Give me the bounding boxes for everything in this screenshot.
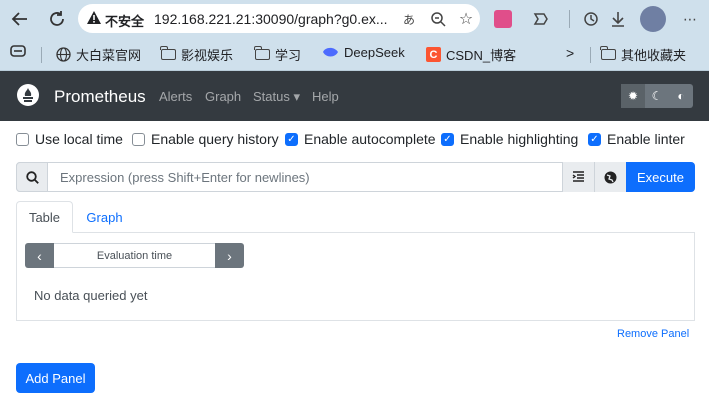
contrast-icon[interactable]: ◐	[669, 84, 693, 108]
caret-down-icon: ▾	[293, 89, 301, 104]
warning-icon[interactable]	[87, 11, 101, 29]
bookmark-item[interactable]: 大白菜官网	[56, 45, 141, 64]
sun-icon[interactable]: ✹	[621, 84, 645, 108]
remove-panel-link[interactable]: Remove Panel	[617, 328, 689, 340]
checkbox-checked[interactable]	[588, 132, 601, 146]
extension-icon[interactable]	[492, 8, 514, 30]
option-enable-linter[interactable]: Enable linter	[588, 131, 685, 147]
add-panel-button[interactable]: Add Panel	[16, 363, 95, 393]
deepseek-whale-icon	[323, 47, 338, 57]
option-enable-highlighting[interactable]: Enable highlighting	[441, 131, 578, 147]
metrics-explorer-globe-icon[interactable]	[594, 162, 626, 192]
chevron-right-icon[interactable]: ›	[215, 243, 244, 268]
moon-icon[interactable]: ☾	[645, 84, 669, 108]
bookmark-item[interactable]: 影视娱乐	[160, 45, 233, 64]
empty-state-message: No data queried yet	[34, 288, 148, 303]
back-icon[interactable]	[7, 7, 33, 31]
translate-icon[interactable]: あ	[398, 8, 420, 30]
prometheus-logo-icon[interactable]	[17, 84, 39, 106]
evaluation-time-control: ‹ Evaluation time ›	[25, 243, 244, 268]
favorite-star-icon[interactable]: ☆	[455, 8, 477, 30]
reload-icon[interactable]	[44, 7, 70, 31]
expression-input[interactable]	[50, 163, 560, 191]
bookmarks-toggle-icon[interactable]	[10, 45, 26, 57]
copilot-icon[interactable]	[530, 8, 552, 30]
option-enable-query-history[interactable]: Enable query history	[132, 131, 279, 147]
option-enable-autocomplete[interactable]: Enable autocomplete	[285, 131, 436, 147]
more-menu-icon[interactable]: ⋯	[679, 8, 701, 30]
history-icon[interactable]	[580, 8, 602, 30]
bookmark-folder-other[interactable]: 其他收藏夹	[600, 45, 686, 64]
folder-icon	[254, 46, 270, 60]
execute-button[interactable]: Execute	[626, 162, 695, 192]
folder-icon	[160, 46, 176, 60]
zoom-icon[interactable]	[427, 8, 449, 30]
nav-help[interactable]: Help	[312, 89, 339, 104]
security-label: 不安全	[105, 14, 145, 29]
csdn-c-icon: C	[426, 47, 441, 62]
bookmarks-more-chevron-icon[interactable]: >	[566, 45, 574, 61]
bookmark-item[interactable]: DeepSeek	[322, 45, 405, 60]
bookmarks-divider	[41, 47, 42, 63]
bookmark-item[interactable]: C CSDN_博客	[426, 45, 516, 64]
chevron-left-icon[interactable]: ‹	[25, 243, 54, 268]
nav-alerts[interactable]: Alerts	[159, 89, 192, 104]
checkbox-checked[interactable]	[285, 132, 298, 146]
folder-icon	[600, 46, 616, 60]
avatar[interactable]	[640, 6, 666, 32]
nav-status[interactable]: Status ▾	[253, 89, 300, 105]
bookmarks-divider	[590, 47, 591, 63]
nav-graph[interactable]: Graph	[205, 89, 241, 104]
tab-graph[interactable]: Graph	[73, 201, 136, 233]
download-icon[interactable]	[607, 8, 629, 30]
tab-table[interactable]: Table	[16, 201, 73, 233]
format-expression-icon[interactable]	[562, 162, 594, 192]
brand-title[interactable]: Prometheus	[54, 87, 146, 107]
url-text[interactable]: 192.168.221.21:30090/graph?g0.ex...	[154, 11, 388, 27]
theme-toggle-group: ✹ ☾ ◐	[621, 84, 693, 108]
search-icon	[16, 162, 48, 192]
evaluation-time-input[interactable]: Evaluation time	[54, 243, 215, 268]
checkbox-checked[interactable]	[441, 132, 454, 146]
option-use-local-time[interactable]: Use local time	[16, 131, 123, 147]
checkbox[interactable]	[16, 132, 29, 146]
bookmark-item[interactable]: 学习	[254, 45, 301, 64]
toolbar-divider	[569, 10, 570, 28]
globe-icon	[56, 47, 71, 62]
checkbox[interactable]	[132, 132, 145, 146]
